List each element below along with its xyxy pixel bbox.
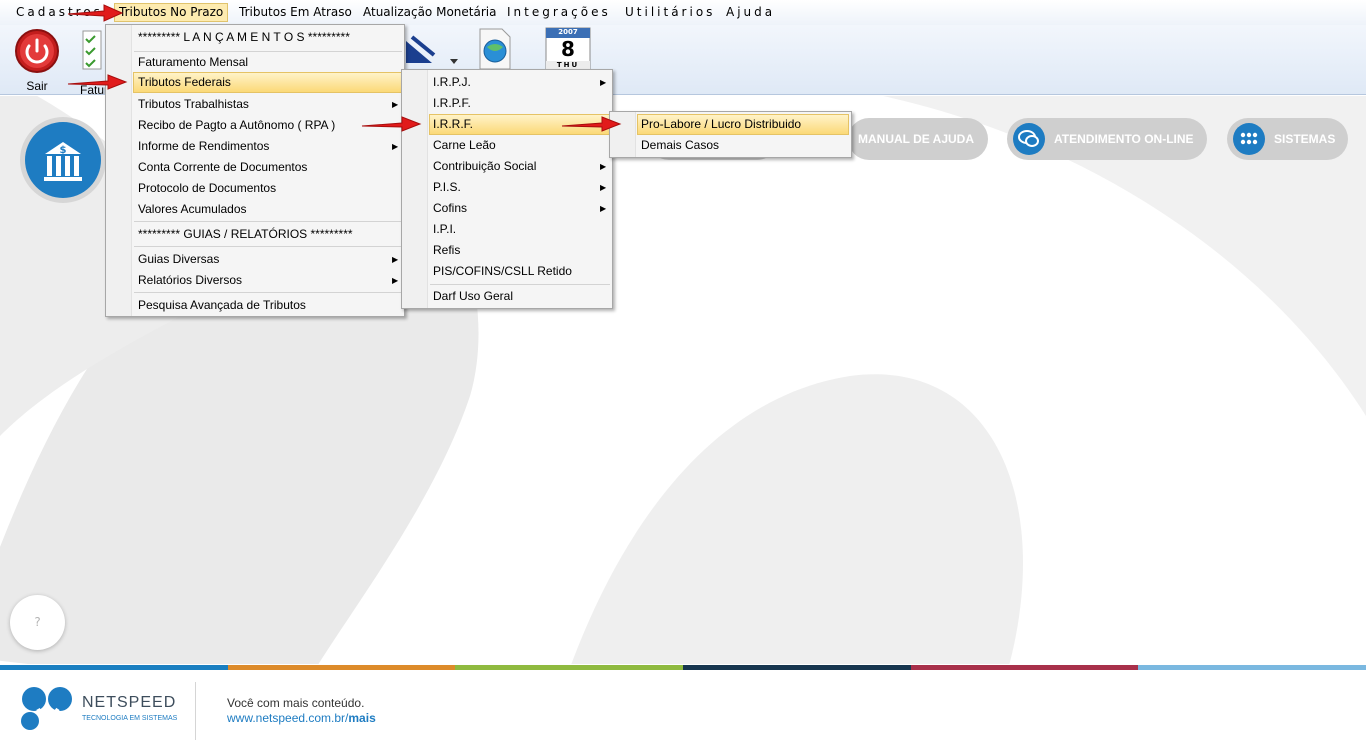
menu-heading-guias-relatorios: ********* GUIAS / RELATÓRIOS ********* — [138, 227, 353, 241]
footer-divider — [195, 682, 196, 740]
menu-tributos-em-atraso[interactable]: Tributos Em Atraso — [235, 3, 356, 22]
menu-separator — [134, 246, 402, 247]
red-arrow-annotation-icon — [67, 74, 128, 90]
tributos-no-prazo-menu: ********* L A N Ç A M E N T O S ********… — [105, 24, 405, 317]
footer-link[interactable]: www.netspeed.com.br/mais — [227, 711, 376, 725]
menu-integracoes[interactable]: Integrações — [503, 3, 615, 22]
menu-item-valores-acumulados[interactable]: Valores Acumulados — [136, 199, 402, 220]
atendimento-online-label: ATENDIMENTO ON-LINE — [1054, 132, 1194, 146]
menu-item-tributos-trabalhistas[interactable]: Tributos Trabalhistas ▶ — [136, 94, 402, 115]
sistemas-label: SISTEMAS — [1274, 132, 1336, 146]
menu-utilitarios[interactable]: Utilitários — [621, 3, 719, 22]
manual-de-ajuda-label: MANUAL DE AJUDA — [858, 132, 975, 146]
menu-item-carne-leao[interactable]: Carne Leão — [432, 135, 610, 156]
menu-item-tributos-federais[interactable]: Tributos Federais — [133, 72, 403, 93]
menu-item-pro-labore[interactable]: Pro-Labore / Lucro Distribuido — [637, 114, 849, 135]
submenu-arrow-icon: ▶ — [392, 142, 399, 151]
svg-text:$: $ — [60, 145, 67, 156]
tributos-federais-menu: I.R.P.J. ▶ I.R.P.F. I.R.R.F. Carne Leão C… — [401, 69, 613, 309]
menu-item-darf-uso-geral[interactable]: Darf Uso Geral — [432, 286, 610, 307]
red-arrow-annotation-icon — [67, 4, 124, 22]
menu-tributos-no-prazo[interactable]: Tributos No Prazo — [114, 3, 229, 22]
manual-de-ajuda-button[interactable]: MANUAL DE AJUDA — [848, 118, 988, 160]
red-arrow-annotation-icon — [561, 116, 622, 132]
menu-item-refis[interactable]: Refis — [432, 240, 610, 261]
globe-document-icon — [479, 28, 511, 70]
atendimento-online-button[interactable]: ATENDIMENTO ON-LINE — [1007, 118, 1207, 160]
calendar-day: 8 — [561, 37, 575, 61]
menu-gutter — [106, 25, 132, 316]
irrf-menu: Pro-Labore / Lucro Distribuido Demais Ca… — [609, 111, 852, 158]
menu-item-pis-cofins-csll[interactable]: PIS/COFINS/CSLL Retido — [432, 261, 610, 282]
menu-separator — [430, 284, 610, 285]
menu-item-ipi[interactable]: I.P.I. — [432, 219, 610, 240]
netspeed-logo-icon — [21, 687, 72, 730]
submenu-arrow-icon: ▶ — [600, 183, 607, 192]
federal-tool-button[interactable] — [404, 33, 460, 73]
menu-item-irpf[interactable]: I.R.P.F. — [432, 93, 610, 114]
menu-atualizacao-monetaria[interactable]: Atualização Monetária — [359, 3, 500, 22]
footer-slogan: Você com mais conteúdo. — [227, 696, 365, 710]
menu-ajuda[interactable]: Ajuda — [722, 3, 779, 22]
calendar-tool-button[interactable]: 2007 8 THU — [545, 27, 591, 71]
menu-item-relatorios-diversos[interactable]: Relatórios Diversos ▶ — [136, 270, 402, 291]
help-bubble-label: ? — [34, 615, 41, 629]
menu-item-informe-rendimentos[interactable]: Informe de Rendimentos ▶ — [136, 136, 402, 157]
submenu-arrow-icon: ▶ — [392, 255, 399, 264]
footer: NETSPEED TECNOLOGIA EM SISTEMAS Você com… — [0, 670, 1366, 747]
sair-button[interactable]: Sair — [12, 27, 62, 93]
submenu-arrow-icon: ▶ — [392, 276, 399, 285]
federal-logo-icon — [406, 35, 458, 64]
footer-link-prefix: www.netspeed.com.br/ — [227, 711, 349, 725]
menu-item-guias-diversas[interactable]: Guias Diversas ▶ — [136, 249, 402, 270]
red-arrow-annotation-icon — [361, 116, 422, 132]
netspeed-brand: NETSPEED — [82, 694, 177, 711]
help-bubble-button[interactable]: ? — [10, 595, 65, 650]
chat-icon — [1013, 123, 1045, 155]
bank-icon: $ — [44, 142, 82, 181]
apps-grid-icon — [1233, 123, 1265, 155]
menu-item-conta-corrente[interactable]: Conta Corrente de Documentos — [136, 157, 402, 178]
menu-item-pesquisa-avancada[interactable]: Pesquisa Avançada de Tributos — [136, 295, 402, 316]
menu-item-contribuicao-social[interactable]: Contribuição Social ▶ — [432, 156, 610, 177]
submenu-arrow-icon: ▶ — [392, 100, 399, 109]
power-icon — [15, 29, 59, 73]
sistemas-button[interactable]: SISTEMAS — [1227, 118, 1348, 160]
menu-gutter — [402, 70, 428, 308]
menu-item-pis[interactable]: P.I.S. ▶ — [432, 177, 610, 198]
submenu-arrow-icon: ▶ — [600, 204, 607, 213]
menu-item-protocolo[interactable]: Protocolo de Documentos — [136, 178, 402, 199]
tribute-logo: $ — [20, 117, 106, 203]
checklist-icon — [82, 30, 102, 70]
submenu-arrow-icon: ▶ — [600, 162, 607, 171]
netspeed-tagline: TECNOLOGIA EM SISTEMAS — [82, 715, 178, 722]
internet-tool-button[interactable] — [478, 27, 512, 71]
footer-link-suffix: mais — [348, 711, 376, 725]
menu-item-faturamento-mensal[interactable]: Faturamento Mensal — [136, 52, 402, 73]
menu-bar: Cadastros Tributos No Prazo Tributos Em … — [0, 0, 1366, 25]
menu-separator — [134, 292, 402, 293]
menu-separator — [134, 221, 402, 222]
submenu-arrow-icon: ▶ — [600, 78, 607, 87]
menu-item-irpj[interactable]: I.R.P.J. ▶ — [432, 72, 610, 93]
menu-item-cofins[interactable]: Cofins ▶ — [432, 198, 610, 219]
menu-item-demais-casos[interactable]: Demais Casos — [640, 135, 848, 156]
sair-label: Sair — [26, 79, 48, 93]
